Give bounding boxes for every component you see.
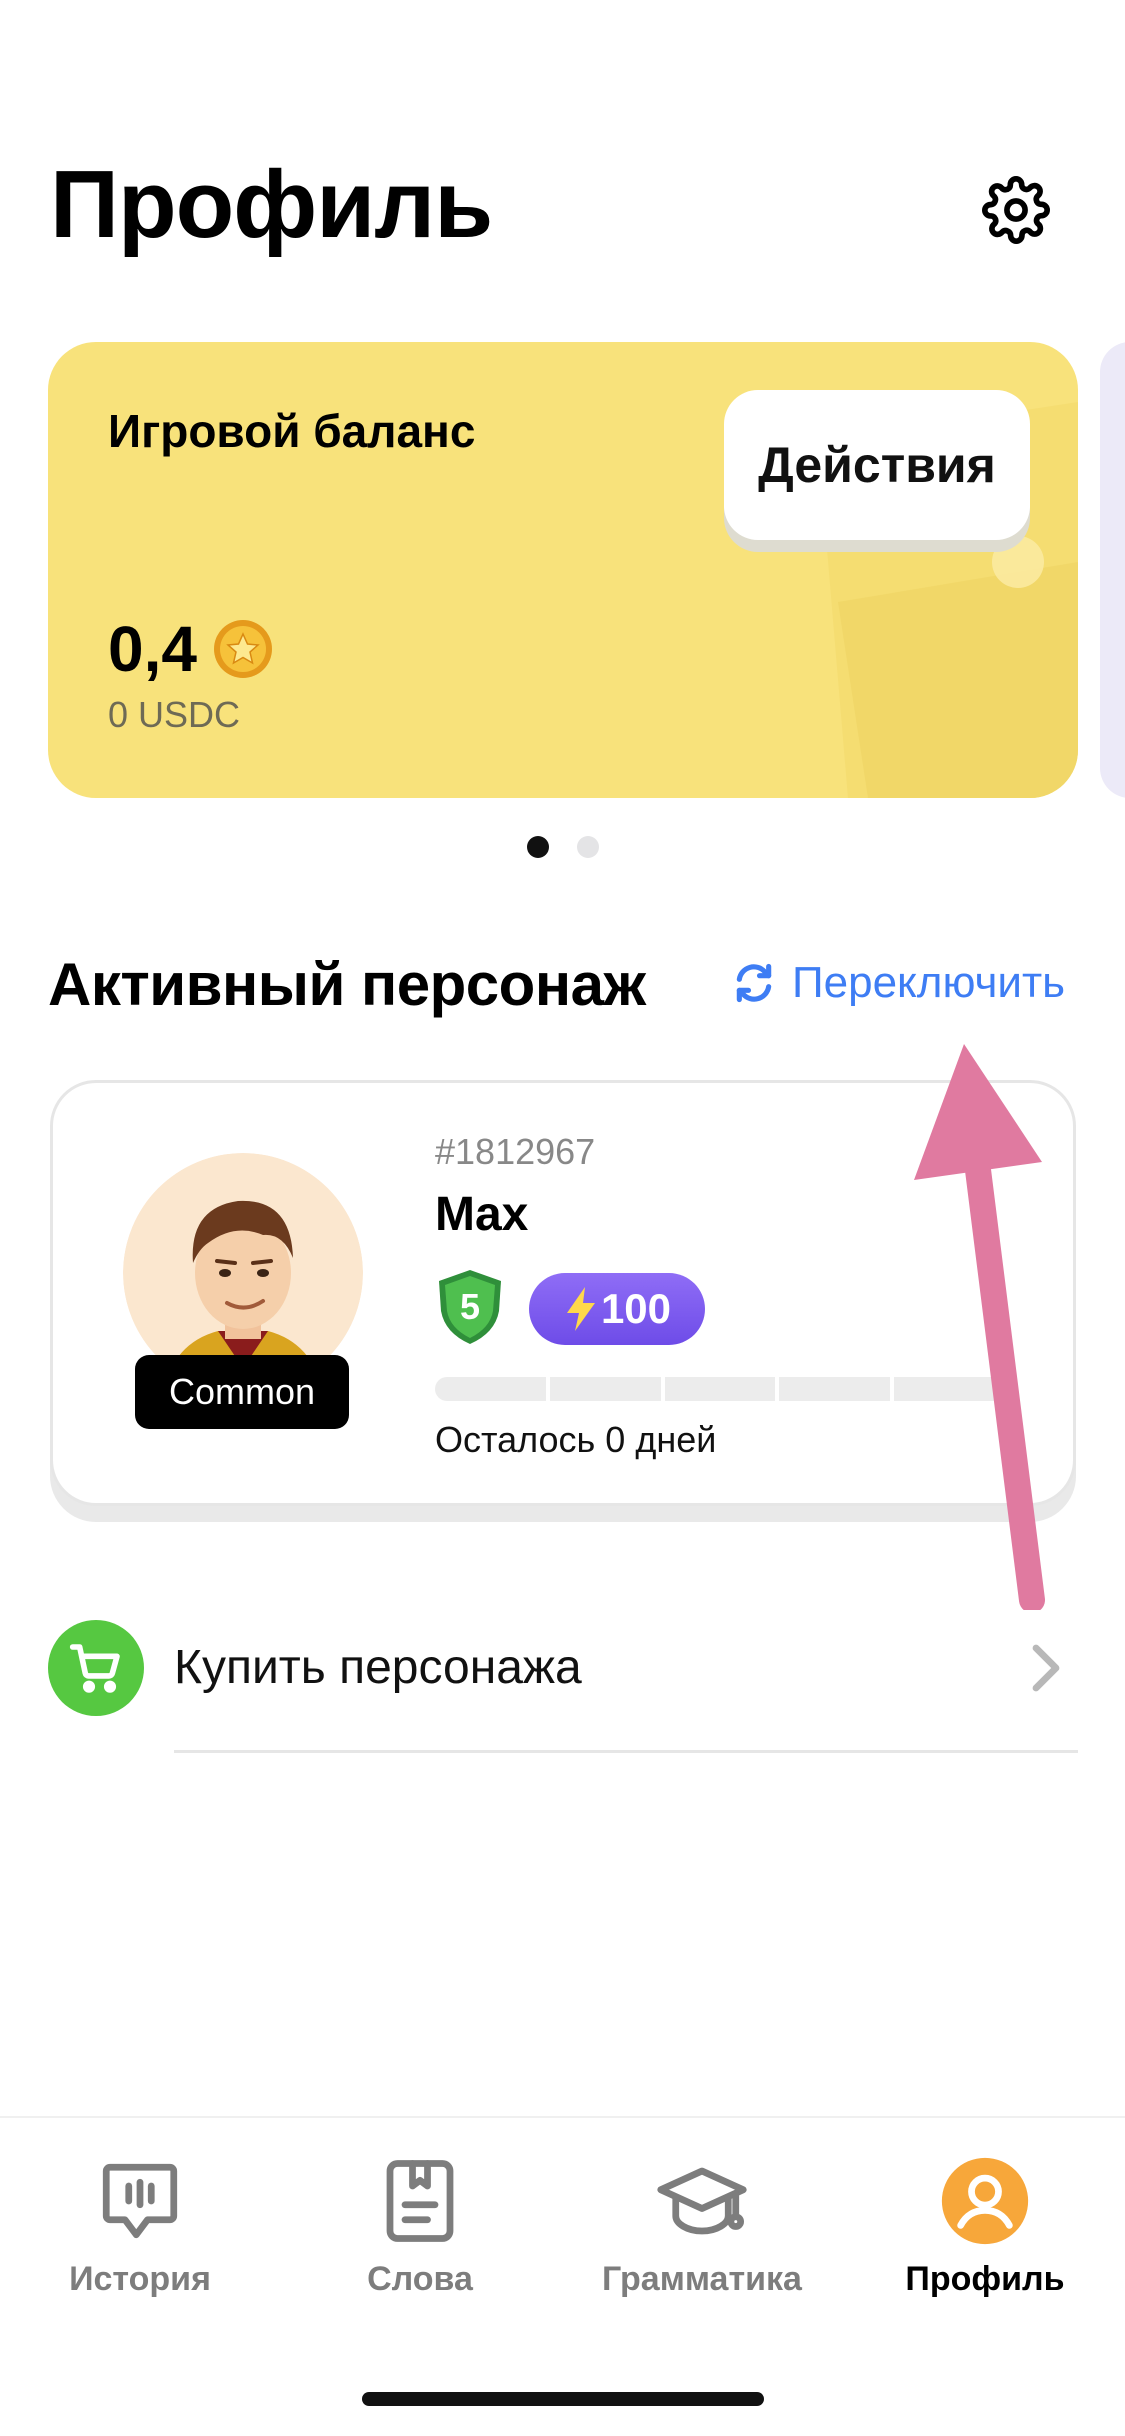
progress-segment (435, 1377, 546, 1401)
energy-pill: 100 (529, 1273, 705, 1345)
balance-usdc: 0 USDC (108, 694, 241, 735)
balance-amount: 0,4 (108, 612, 273, 686)
annotation-arrow (914, 1044, 1045, 1610)
tab-profile[interactable]: Профиль (845, 2156, 1125, 2299)
pager-dot[interactable] (576, 836, 599, 858)
chat-bubble-icon (102, 2163, 178, 2239)
progress-segment (549, 1377, 661, 1401)
buy-character-label: Купить персонажа (174, 1641, 582, 1694)
lightning-icon (566, 1287, 595, 1331)
next-card-peek[interactable] (1100, 342, 1125, 798)
cart-icon (69, 1644, 120, 1693)
buy-character-row[interactable]: Купить персонажа (48, 1620, 1078, 1754)
profile-screen: Профиль Игровой баланс Действия 0,4 0 US… (0, 0, 1125, 2436)
gear-icon (982, 176, 1050, 244)
days-left: Осталось 0 дней (435, 1419, 717, 1460)
balance-label: Игровой баланс (108, 405, 476, 457)
progress-segment (664, 1377, 776, 1401)
tab-grammar[interactable]: Грамматика (562, 2156, 842, 2299)
carousel-pager (0, 836, 1125, 858)
active-character-title: Активный персонаж (48, 951, 646, 1018)
refresh-icon (736, 963, 772, 1003)
progress-segment (779, 1377, 891, 1401)
level-value: 5 (460, 1286, 480, 1327)
tab-words[interactable]: Слова (280, 2156, 560, 2299)
switch-character-link[interactable]: Переключить (732, 958, 1065, 1008)
tab-label: Профиль (905, 2260, 1065, 2298)
character-id: #1812967 (435, 1131, 596, 1172)
notebook-icon (386, 2160, 454, 2242)
page-title: Профиль (50, 151, 493, 258)
shield-icon: 5 (439, 1270, 501, 1344)
tab-bar: История Слова Грамматика Профиль (0, 2116, 1125, 2436)
settings-button[interactable] (978, 172, 1054, 248)
tab-history[interactable]: История (0, 2156, 280, 2299)
switch-label: Переключить (792, 958, 1066, 1007)
buy-icon-circle (48, 1620, 144, 1716)
level-badge: 5 (433, 1267, 507, 1347)
tab-label: Грамматика (602, 2260, 802, 2298)
chevron-right-icon (1032, 1644, 1060, 1692)
rarity-badge: Common (135, 1355, 349, 1429)
graduation-cap-icon (657, 2167, 747, 2235)
home-indicator[interactable] (362, 2392, 764, 2406)
energy-value: 100 (600, 1285, 672, 1332)
game-balance-card[interactable]: Игровой баланс Действия 0,4 0 USDC (48, 342, 1078, 798)
character-name: Max (435, 1188, 529, 1241)
balance-value: 0,4 (108, 613, 197, 685)
row-divider (174, 1750, 1078, 1753)
star-coin-icon (213, 620, 272, 678)
tab-label: Слова (367, 2260, 473, 2298)
tab-label: История (69, 2260, 211, 2298)
pager-dot-active[interactable] (526, 836, 549, 858)
profile-icon (941, 2157, 1029, 2245)
actions-button[interactable]: Действия (724, 390, 1030, 540)
